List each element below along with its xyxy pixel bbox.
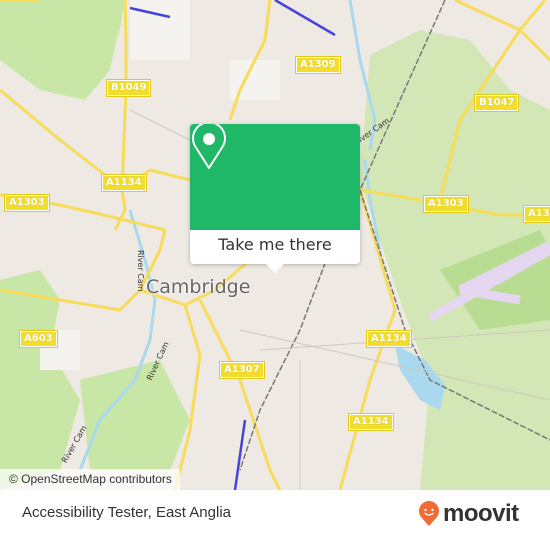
- road-label-a1307: A1307: [219, 361, 265, 379]
- popup-pointer: [266, 264, 284, 273]
- map-attribution[interactable]: © OpenStreetMap contributors: [0, 469, 180, 490]
- road-label-a1303: A1303: [4, 194, 50, 212]
- road-label-a1134: A1134: [348, 413, 394, 431]
- road-label-a1309: A1309: [295, 56, 341, 74]
- location-pin-icon: [192, 124, 226, 169]
- road-label-b1049: B1049: [105, 79, 152, 97]
- take-me-there-button[interactable]: Take me there: [190, 230, 360, 264]
- moovit-pin-icon: [419, 501, 439, 526]
- moovit-brand: moovit: [443, 500, 519, 527]
- road-label-a1134: A1134: [101, 174, 147, 192]
- popup-header[interactable]: [190, 124, 360, 230]
- city-label: Cambridge: [146, 276, 251, 298]
- road-label-a1134: A1134: [366, 330, 412, 348]
- location-popup[interactable]: Take me there: [190, 124, 360, 273]
- road-label-a603: A603: [19, 330, 58, 348]
- road-label-b1047: B1047: [473, 94, 520, 112]
- location-title: Accessibility Tester, East Anglia: [22, 504, 231, 521]
- moovit-logo[interactable]: moovit: [418, 500, 519, 528]
- map[interactable]: B1049 A1309 A1134 A1303 B1047 A1303 A136…: [0, 0, 550, 490]
- road-label-a1303: A1303: [423, 195, 469, 213]
- road-label-a136: A136: [523, 205, 550, 223]
- footer: Accessibility Tester, East Anglia moovit: [0, 490, 550, 550]
- river-label: River Cam: [136, 250, 145, 292]
